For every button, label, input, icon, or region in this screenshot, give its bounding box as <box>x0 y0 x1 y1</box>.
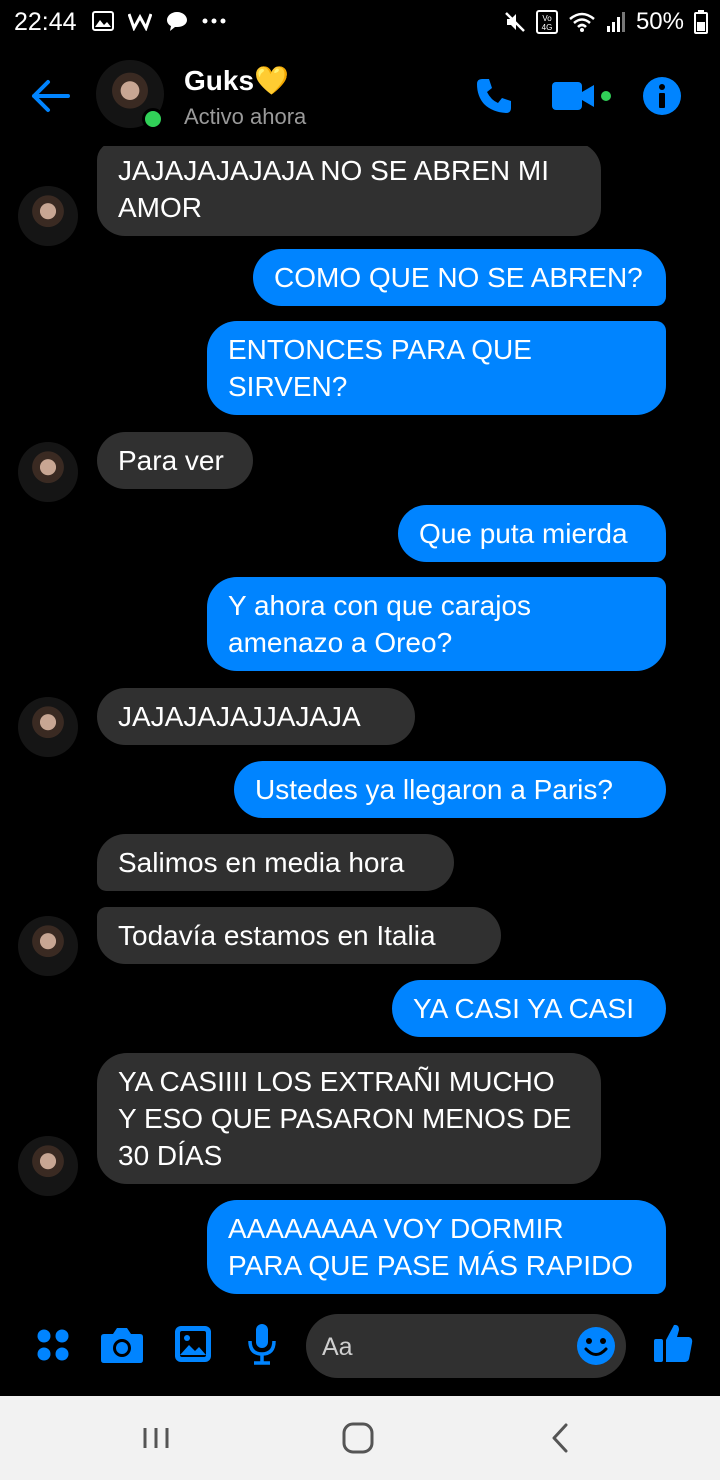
chat-bubble-icon <box>167 12 187 31</box>
message-outgoing[interactable]: AAAAAAAA VOY DORMIR PARA QUE PASE MÁS RA… <box>207 1200 666 1294</box>
composer-bar <box>0 1306 720 1390</box>
gallery-icon <box>92 11 114 31</box>
back-arrow-icon[interactable] <box>28 74 72 118</box>
recent-apps-icon[interactable] <box>140 1418 172 1458</box>
message-outgoing[interactable]: YA CASI YA CASI <box>392 980 666 1037</box>
message-outgoing[interactable]: COMO QUE NO SE ABREN? <box>253 249 666 306</box>
home-icon[interactable] <box>340 1418 376 1458</box>
message-input-box[interactable] <box>306 1314 626 1380</box>
more-actions-icon[interactable] <box>36 1328 70 1362</box>
message-incoming[interactable]: JAJAJAJAJJAJAJA <box>97 688 415 745</box>
message-incoming[interactable]: Salimos en media hora <box>97 834 454 891</box>
message-outgoing[interactable]: Que puta mierda <box>398 505 666 562</box>
gallery-image-icon[interactable] <box>174 1325 212 1363</box>
sender-avatar[interactable] <box>18 1136 78 1196</box>
message-incoming[interactable]: Todavía estamos en Italia <box>97 907 501 964</box>
sender-avatar[interactable] <box>18 186 78 246</box>
message-input[interactable] <box>320 1314 564 1380</box>
message-incoming[interactable]: JAJAJAJAJAJA NO SE ABREN MI AMOR <box>97 146 601 236</box>
info-icon[interactable] <box>642 76 682 116</box>
battery-icon <box>694 10 708 34</box>
system-navigation-bar <box>0 1396 720 1480</box>
message-incoming[interactable]: Para ver <box>97 432 253 489</box>
message-outgoing[interactable]: Y ahora con que carajos amenazo a Oreo? <box>207 577 666 671</box>
microphone-icon[interactable] <box>246 1323 278 1365</box>
status-bar: 22:44 Vo 4G 50% <box>0 0 720 44</box>
sender-avatar[interactable] <box>18 442 78 502</box>
volte-icon: Vo4G <box>535 10 558 34</box>
message-incoming[interactable]: YA CASIIII LOS EXTRAÑI MUCHO Y ESO QUE P… <box>97 1053 601 1184</box>
online-indicator <box>142 108 164 130</box>
network-type-label: 4G <box>542 23 553 32</box>
svg-text:Vo: Vo <box>542 14 552 23</box>
camera-icon[interactable] <box>100 1326 144 1364</box>
status-time: 22:44 <box>14 8 77 36</box>
sender-avatar[interactable] <box>18 916 78 976</box>
sender-avatar[interactable] <box>18 697 78 757</box>
phone-call-icon[interactable] <box>474 76 514 116</box>
video-call-icon[interactable] <box>550 76 616 116</box>
back-nav-icon[interactable] <box>546 1418 574 1458</box>
emoji-icon[interactable] <box>576 1326 616 1366</box>
more-dots-icon <box>202 18 226 24</box>
wifi-icon <box>569 12 595 32</box>
battery-percent: 50% <box>635 8 684 35</box>
message-list[interactable]: JAJAJAJAJAJA NO SE ABREN MI AMOR COMO QU… <box>0 146 720 1294</box>
message-outgoing[interactable]: Ustedes ya llegaron a Paris? <box>234 761 666 818</box>
message-outgoing[interactable]: ENTONCES PARA QUE SIRVEN? <box>207 321 666 415</box>
signal-icon <box>606 12 625 32</box>
contact-name[interactable]: Guks💛 <box>184 64 289 97</box>
w-app-icon <box>128 13 152 31</box>
contact-status: Activo ahora <box>184 104 307 129</box>
thumbs-up-icon[interactable] <box>652 1322 694 1364</box>
conversation-header: Guks💛 Activo ahora <box>0 52 720 142</box>
mute-icon <box>505 12 525 32</box>
